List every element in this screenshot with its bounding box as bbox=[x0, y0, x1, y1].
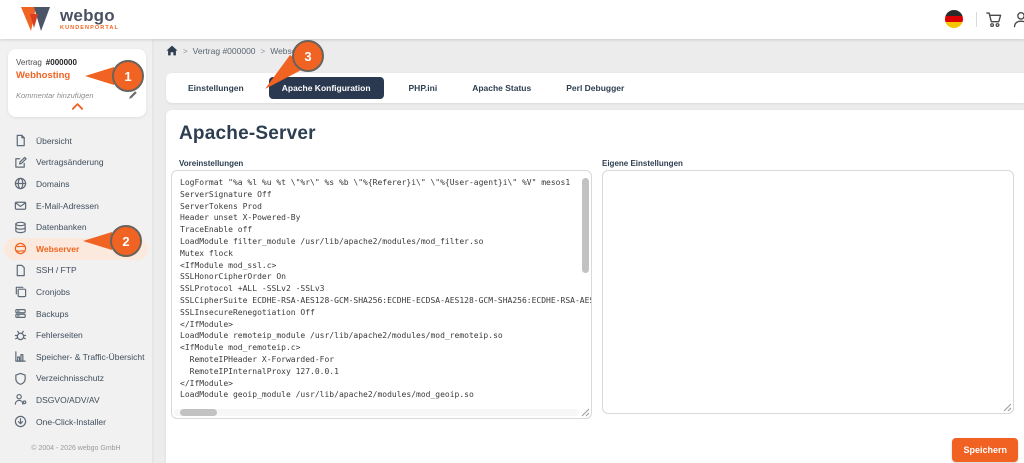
sidebar-item-vertragsaenderung[interactable]: Vertragsänderung bbox=[0, 152, 152, 174]
sidebar-item-label: DSGVO/ADV/AV bbox=[36, 394, 100, 405]
logo-subtitle: KUNDENPORTAL bbox=[60, 25, 119, 31]
sidebar-item-domains[interactable]: Domains bbox=[0, 173, 152, 195]
preset-config-text: LogFormat "%a %l %u %t \"%r\" %s %b \"%{… bbox=[180, 178, 591, 403]
webgo-logo[interactable]: webgo KUNDENPORTAL bbox=[20, 5, 119, 33]
sidebar-item-cronjobs[interactable]: Cronjobs bbox=[0, 281, 152, 303]
sidebar-item-label: Speicher- & Traffic-Übersicht bbox=[36, 351, 145, 362]
sidebar-item-label: Verzeichnisschutz bbox=[36, 373, 105, 384]
sidebar-item-fehlerseiten[interactable]: Fehlerseiten bbox=[0, 324, 152, 346]
sidebar-item-uebersicht[interactable]: Übersicht bbox=[0, 130, 152, 152]
language-flag-german-icon[interactable] bbox=[945, 10, 963, 28]
sidebar-item-label: Cronjobs bbox=[36, 286, 71, 297]
server-stack-icon bbox=[15, 309, 26, 319]
apache-server-panel: Apache-Server Voreinstellungen LogFormat… bbox=[166, 110, 1024, 463]
sidebar-item-one-click-installer[interactable]: One-Click-Installer bbox=[0, 411, 152, 433]
person-key-icon bbox=[14, 394, 27, 406]
database-icon bbox=[15, 221, 26, 233]
sidebar-item-label: SSH / FTP bbox=[36, 265, 77, 276]
globe-icon bbox=[14, 178, 27, 190]
preset-config-textarea[interactable]: LogFormat "%a %l %u %t \"%r\" %s %b \"%{… bbox=[171, 170, 592, 419]
top-header: webgo KUNDENPORTAL bbox=[0, 0, 1024, 39]
document-icon bbox=[16, 135, 25, 147]
cronjobs-icon bbox=[15, 287, 27, 298]
page-title: Apache-Server bbox=[179, 123, 316, 144]
chart-icon bbox=[15, 351, 26, 362]
sidebar-item-email-adressen[interactable]: E-Mail-Adressen bbox=[0, 195, 152, 217]
callout-badge-2: 2 bbox=[83, 225, 142, 257]
sidebar-item-ssh-ftp[interactable]: SSH / FTP bbox=[0, 260, 152, 282]
callout-number: 2 bbox=[122, 234, 129, 249]
sidebar-item-dsgvo[interactable]: DSGVO/ADV/AV bbox=[0, 389, 152, 411]
header-divider bbox=[976, 12, 977, 27]
copyright-text: © 2004 - 2026 webgo GmbH bbox=[31, 445, 121, 452]
mail-icon bbox=[14, 201, 27, 210]
webgo-logo-icon bbox=[21, 7, 50, 31]
shield-icon bbox=[15, 372, 26, 385]
horizontal-scrollbar-thumb[interactable] bbox=[180, 409, 217, 416]
comment-placeholder: Kommentar hinzufügen bbox=[16, 90, 94, 100]
breadcrumb-item-vertrag[interactable]: Vertrag #000000 bbox=[193, 46, 256, 56]
webgo-portal-page: webgo KUNDENPORTAL Vertrag #000000 Webhos… bbox=[0, 0, 1024, 463]
contract-label: Vertrag bbox=[16, 58, 42, 67]
sidebar-item-verzeichnisschutz[interactable]: Verzeichnisschutz bbox=[0, 368, 152, 390]
tab-perl-debugger[interactable]: Perl Debugger bbox=[556, 78, 634, 98]
custom-config-text bbox=[603, 171, 1013, 183]
sidebar-item-label: One-Click-Installer bbox=[36, 416, 106, 427]
sidebar-item-label: Domains bbox=[36, 178, 70, 189]
home-icon[interactable] bbox=[166, 45, 178, 56]
tab-einstellungen[interactable]: Einstellungen bbox=[178, 78, 254, 98]
tab-php-ini[interactable]: PHP.ini bbox=[399, 78, 448, 98]
resize-grip-icon[interactable] bbox=[580, 407, 590, 417]
sidebar-item-backups[interactable]: Backups bbox=[0, 303, 152, 325]
collapse-chevron-up-icon[interactable] bbox=[71, 102, 84, 110]
sidebar-item-label: Vertragsänderung bbox=[36, 157, 104, 168]
account-person-icon[interactable] bbox=[1012, 11, 1024, 28]
edit-icon bbox=[15, 156, 27, 168]
callout-badge-1: 1 bbox=[85, 60, 144, 92]
sidebar-item-label: Backups bbox=[36, 308, 69, 319]
logo-title: webgo bbox=[60, 6, 115, 25]
tab-apache-status[interactable]: Apache Status bbox=[462, 78, 541, 98]
webserver-icon bbox=[14, 243, 27, 255]
sidebar-item-label: Webserver bbox=[36, 243, 80, 254]
install-download-icon bbox=[14, 415, 27, 428]
sidebar-item-label: E-Mail-Adressen bbox=[36, 200, 99, 211]
cart-icon[interactable] bbox=[985, 11, 1003, 28]
callout-number: 1 bbox=[124, 69, 131, 84]
horizontal-scrollbar[interactable] bbox=[174, 409, 579, 416]
sidebar-item-speicher-traffic[interactable]: Speicher- & Traffic-Übersicht bbox=[0, 346, 152, 368]
file-icon bbox=[16, 264, 25, 277]
sidebar-nav: Übersicht Vertragsänderung Domains E-Mai… bbox=[0, 130, 152, 432]
callout-badge-3: 3 bbox=[265, 40, 324, 89]
bug-icon bbox=[14, 330, 27, 340]
sidebar-item-label: Übersicht bbox=[36, 135, 72, 146]
preset-label: Voreinstellungen bbox=[179, 159, 244, 168]
sidebar-item-label: Datenbanken bbox=[36, 222, 87, 233]
custom-config-textarea[interactable] bbox=[602, 170, 1014, 414]
callout-number: 3 bbox=[304, 49, 311, 64]
contract-number: #000000 bbox=[45, 58, 77, 67]
breadcrumb-separator: > bbox=[183, 46, 188, 56]
save-button[interactable]: Speichern bbox=[952, 438, 1018, 462]
sidebar-item-label: Fehlerseiten bbox=[36, 330, 83, 341]
custom-label: Eigene Einstellungen bbox=[602, 159, 683, 168]
vertical-scrollbar-thumb[interactable] bbox=[582, 178, 589, 273]
resize-grip-icon[interactable] bbox=[1002, 402, 1012, 412]
